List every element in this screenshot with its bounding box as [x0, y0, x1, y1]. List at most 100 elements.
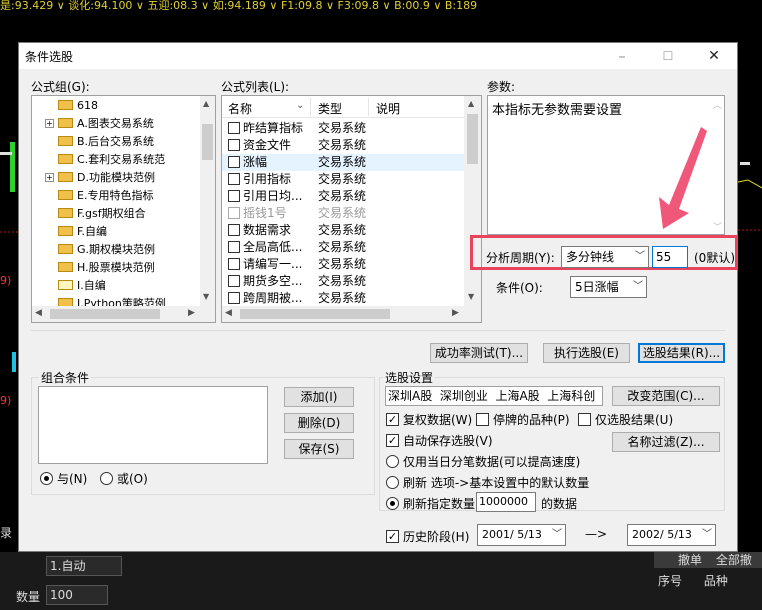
auto-save-checkbox[interactable]: ✓ 自动保存选股(V): [386, 432, 493, 449]
list-item[interactable]: 引用日均... 交易系统: [222, 188, 464, 205]
formula-icon: [228, 138, 240, 151]
expand-icon[interactable]: +: [45, 118, 54, 128]
save-button[interactable]: 保存(S): [284, 439, 354, 459]
select-result-button[interactable]: 选股结果(R)...: [638, 343, 725, 363]
list-item[interactable]: 请编写一... 交易系统: [222, 256, 464, 273]
background-cancel-all-button[interactable]: 全部撤: [716, 553, 752, 567]
tree-item-chart-trading[interactable]: + A.图表交易系统: [32, 115, 200, 133]
list-item[interactable]: 期货多空... 交易系统: [222, 273, 464, 290]
select-result-only-checkbox[interactable]: 仅选股结果(U): [578, 411, 673, 428]
scroll-thumb-h[interactable]: [240, 309, 390, 319]
minimize-button[interactable]: –: [599, 43, 645, 69]
formula-list-rows: 昨结算指标 交易系统 资金文件 交易系统 涨幅 交易系统 引用指标 交易系统 引用日均.…: [222, 120, 464, 306]
list-item[interactable]: 摇钱1号 交易系统: [222, 205, 464, 222]
background-cancel-button[interactable]: 撤单: [678, 553, 702, 567]
refresh-default-radio[interactable]: 刷新 选项->基本设置中的默认数量: [386, 474, 589, 491]
list-item[interactable]: 数据需求 交易系统: [222, 222, 464, 239]
sort-down-icon: ⌄: [296, 100, 305, 111]
scroll-up-icon[interactable]: ▲: [468, 99, 474, 108]
formula-group-tree[interactable]: 618 + A.图表交易系统 B.后台交易系统 C.套利交易系统范 + D.功能模块…: [31, 95, 216, 323]
list-item[interactable]: 资金文件 交易系统: [222, 137, 464, 154]
formula-icon: [228, 121, 240, 134]
background-table-header: 序号 品种: [658, 574, 728, 588]
and-radio[interactable]: 与(N): [40, 470, 87, 487]
refresh-count-input[interactable]: 1000000: [476, 492, 536, 512]
folder-icon: [58, 154, 73, 164]
tree-item-python[interactable]: I.Python策略范例: [32, 295, 200, 306]
scroll-right-icon[interactable]: ▶: [188, 308, 195, 318]
tree-item-special-indicators[interactable]: E.专用特色指标: [32, 187, 200, 205]
scroll-down-icon[interactable]: ▼: [468, 292, 474, 301]
condition-label: 条件(O):: [496, 281, 543, 295]
tree-item-gsf-options[interactable]: F.gsf期权组合: [32, 205, 200, 223]
stock-settings-label: 选股设置: [383, 369, 436, 386]
expand-icon[interactable]: +: [45, 172, 54, 182]
header-divider: [368, 98, 369, 116]
chevron-up-icon[interactable]: ︿: [713, 98, 722, 111]
header-description[interactable]: 说明: [376, 100, 400, 117]
tree-horizontal-scrollbar[interactable]: ◀ ▶: [32, 306, 215, 322]
add-button[interactable]: 添加(I): [284, 387, 354, 407]
background-qty-label: 数量: [16, 590, 41, 604]
pencil-icon: [58, 280, 73, 290]
list-vertical-scrollbar[interactable]: ▲ ▼: [464, 96, 481, 306]
tree-item-function-modules[interactable]: + D.功能模块范例: [32, 169, 200, 187]
background-cancel-bar[interactable]: 撤单 全部撤: [654, 552, 762, 568]
tree-item-custom-i[interactable]: I.自编: [32, 277, 200, 295]
formula-icon: [228, 274, 240, 287]
list-item[interactable]: 昨结算指标 交易系统: [222, 120, 464, 137]
date-to-picker[interactable]: 2002/ 5/13 ﹀: [627, 524, 716, 546]
params-scrollbar[interactable]: ︿ ﹀: [710, 96, 724, 234]
list-item[interactable]: 跨周期被... 交易系统: [222, 290, 464, 306]
name-filter-button[interactable]: 名称过滤(Z)...: [612, 432, 720, 452]
condition-select[interactable]: 5日涨幅 ﹀: [570, 276, 647, 298]
list-horizontal-scrollbar[interactable]: ◀ ▶: [222, 306, 481, 322]
scroll-down-icon[interactable]: ▼: [203, 292, 209, 301]
tree-item-custom-f[interactable]: F.自编: [32, 223, 200, 241]
run-select-button[interactable]: 执行选股(E): [543, 343, 630, 363]
scroll-thumb[interactable]: [467, 114, 478, 164]
header-type[interactable]: 类型: [318, 100, 342, 117]
scroll-up-icon[interactable]: ▲: [203, 99, 209, 108]
background-auto-select[interactable]: 1.自动: [46, 556, 122, 576]
restore-data-checkbox[interactable]: ✓ 复权数据(W): [386, 411, 472, 428]
tree-item-options-modules[interactable]: G.期权模块范例: [32, 241, 200, 259]
tree-item-618[interactable]: 618: [32, 97, 200, 115]
tree-item-arbitrage[interactable]: C.套利交易系统范: [32, 151, 200, 169]
delete-button[interactable]: 删除(D): [284, 413, 354, 433]
maximize-button[interactable]: ☐: [645, 43, 691, 69]
only-tick-radio[interactable]: 仅用当日分笔数据(可以提高速度): [386, 453, 580, 470]
folder-icon: [58, 100, 73, 110]
refresh-count-radio[interactable]: 刷新指定数量: [386, 495, 475, 512]
change-range-button[interactable]: 改变范围(C)...: [612, 386, 720, 406]
scroll-thumb[interactable]: [202, 124, 213, 160]
tree-item-stock-modules[interactable]: H.股票模块范例: [32, 259, 200, 277]
close-button[interactable]: ✕: [691, 43, 737, 69]
combo-conditions-list[interactable]: [38, 386, 268, 464]
scroll-thumb-h[interactable]: [50, 309, 160, 319]
background-order-panel: 录 1.自动 数量 100 撤单 全部撤 序号 品种: [0, 526, 762, 610]
tree-vertical-scrollbar[interactable]: ▲ ▼: [200, 96, 215, 306]
scroll-right-icon[interactable]: ▶: [452, 308, 459, 318]
scroll-left-icon[interactable]: ◀: [35, 308, 42, 318]
list-item[interactable]: 引用指标 交易系统: [222, 171, 464, 188]
combo-conditions-label: 组合条件: [39, 369, 92, 386]
tree-item-backend-trading[interactable]: B.后台交易系统: [32, 133, 200, 151]
suspended-checkbox[interactable]: 停牌的品种(P): [476, 411, 570, 428]
chevron-down-icon[interactable]: ﹀: [713, 220, 722, 233]
formula-list[interactable]: 名称 ⌄ 类型 说明 昨结算指标 交易系统 资金文件 交易系统 涨幅 交易系统 引用指…: [221, 95, 482, 323]
history-checkbox[interactable]: ✓ 历史阶段(H): [386, 528, 469, 545]
header-name[interactable]: 名称: [228, 100, 252, 117]
list-item-selected[interactable]: 涨幅 交易系统: [222, 154, 464, 171]
date-from-picker[interactable]: 2001/ 5/13 ﹀: [477, 524, 566, 546]
count-suffix: 的数据: [541, 497, 578, 511]
scroll-left-icon[interactable]: ◀: [225, 308, 232, 318]
list-item[interactable]: 全局高低... 交易系统: [222, 239, 464, 256]
or-radio[interactable]: 或(O): [100, 470, 148, 487]
background-left-label: 录: [0, 526, 13, 540]
background-qty-input[interactable]: 100: [46, 585, 108, 605]
period-minutes-input[interactable]: 55: [652, 246, 688, 268]
chevron-down-icon: ﹀: [552, 529, 562, 540]
period-select[interactable]: 多分钟线 ﹀: [561, 246, 649, 268]
success-rate-test-button[interactable]: 成功率测试(T)...: [430, 343, 528, 363]
